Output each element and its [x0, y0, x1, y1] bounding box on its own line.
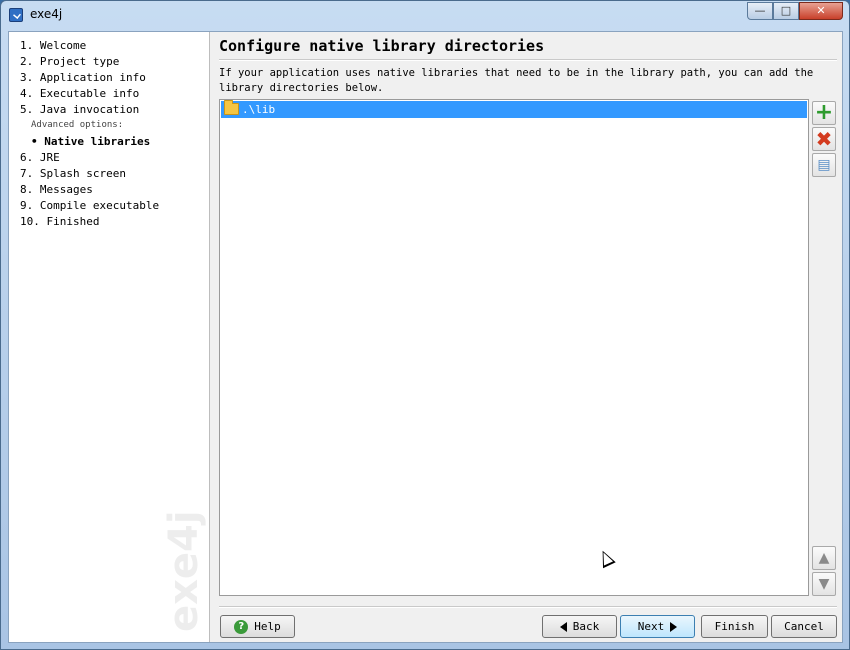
delete-icon: ✖ [815, 127, 833, 151]
wizard-client-area: 1. Welcome 2. Project type 3. Applicatio… [8, 31, 843, 643]
native-library-list[interactable]: .\lib [219, 99, 809, 596]
step-messages[interactable]: 8. Messages [20, 183, 93, 196]
step-compile-executable[interactable]: 9. Compile executable [20, 199, 159, 212]
step-executable-info[interactable]: 4. Executable info [20, 87, 139, 100]
step-native-libraries[interactable]: • Native libraries [31, 135, 150, 148]
back-button[interactable]: Back [542, 615, 617, 638]
next-button[interactable]: Next [620, 615, 695, 638]
move-down-button[interactable]: ▼ [812, 572, 836, 596]
heading-divider [219, 59, 837, 61]
list-item[interactable]: .\lib [221, 100, 807, 118]
help-button[interactable]: ? Help [220, 615, 295, 638]
cancel-button[interactable]: Cancel [771, 615, 837, 638]
arrow-left-icon [559, 621, 567, 632]
step-splash-screen[interactable]: 7. Splash screen [20, 167, 126, 180]
list-item-label: .\lib [242, 103, 276, 116]
title-bar[interactable]: exe4j — □ ✕ [1, 1, 849, 29]
cancel-button-label: Cancel [784, 620, 824, 633]
step-project-type[interactable]: 2. Project type [20, 55, 119, 68]
move-up-button[interactable]: ▲ [812, 546, 836, 570]
step-jre[interactable]: 6. JRE [20, 151, 60, 164]
help-icon: ? [234, 619, 249, 634]
next-button-label: Next [637, 620, 665, 633]
app-window: exe4j — □ ✕ 1. Welcome 2. Project type 3… [0, 0, 850, 650]
step-application-info[interactable]: 3. Application info [20, 71, 146, 84]
exe4j-watermark: exe4j [161, 510, 207, 632]
minimize-button[interactable]: — [747, 2, 773, 20]
add-directory-button[interactable]: + [812, 101, 836, 125]
window-controls: — □ ✕ [747, 2, 843, 21]
edit-directory-button[interactable]: ▤ [812, 153, 836, 177]
arrow-right-icon [670, 621, 678, 632]
button-bar-divider [219, 606, 837, 608]
help-button-label: Help [254, 620, 281, 633]
arrow-down-icon: ▼ [818, 576, 830, 592]
finish-button[interactable]: Finish [701, 615, 768, 638]
plus-icon: + [814, 100, 834, 125]
exe4j-app-icon [9, 8, 23, 22]
finish-button-label: Finish [714, 620, 755, 633]
edit-icon: ▤ [817, 157, 831, 173]
advanced-options-label: Advanced options: [31, 120, 124, 130]
page-title: Configure native library directories [219, 37, 545, 55]
page-description: If your application uses native librarie… [219, 67, 814, 94]
step-java-invocation[interactable]: 5. Java invocation [20, 103, 139, 116]
step-finished[interactable]: 10. Finished [20, 215, 99, 228]
back-button-label: Back [572, 620, 600, 633]
window-title: exe4j [30, 7, 63, 21]
arrow-up-icon: ▲ [818, 550, 830, 566]
remove-directory-button[interactable]: ✖ [812, 127, 836, 151]
maximize-button[interactable]: □ [773, 2, 799, 20]
close-button[interactable]: ✕ [799, 2, 843, 20]
step-welcome[interactable]: 1. Welcome [20, 39, 86, 52]
wizard-step-sidebar: 1. Welcome 2. Project type 3. Applicatio… [9, 32, 210, 642]
folder-icon [224, 100, 239, 115]
